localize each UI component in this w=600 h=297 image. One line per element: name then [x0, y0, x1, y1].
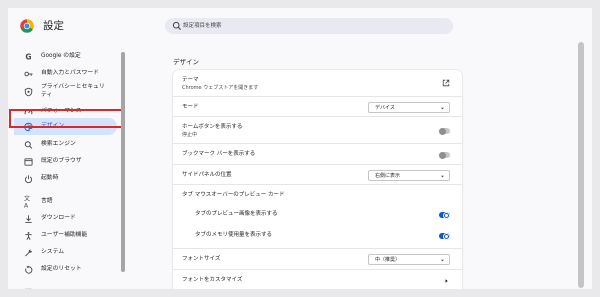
theme-label: テーマ	[182, 77, 199, 83]
theme-sublabel: Chrome ウェブストアを開きます	[182, 85, 259, 91]
google-g-icon: G	[25, 52, 32, 61]
home-button-sublabel: 停止中	[182, 132, 198, 138]
side-panel-select-value: 右側に表示	[375, 173, 401, 179]
tab-memory-toggle[interactable]	[439, 232, 450, 240]
bookmark-bar-toggle[interactable]	[439, 151, 450, 159]
toggle-knob	[443, 211, 450, 219]
side-panel-label: サイドパネルの位置	[182, 172, 232, 178]
sidebar-scrollbar-thumb[interactable]	[121, 52, 125, 272]
palette-icon	[24, 122, 33, 131]
search-input[interactable]	[183, 18, 443, 34]
appearance-card: テーマ Chrome ウェブストアを開きます モード デバイス ホームボタンを表…	[173, 70, 462, 289]
sidebar-item-privacy[interactable]: プライバシーとセキュリ ティ	[14, 82, 117, 102]
speedometer-icon	[24, 107, 33, 116]
chrome-logo-icon	[20, 19, 34, 33]
sidebar-item-google[interactable]: G Google の設定	[14, 48, 117, 65]
toggle-knob	[443, 232, 450, 240]
sidebar-scrollbar[interactable]	[120, 41, 126, 289]
sidebar-item-search-engine[interactable]: 検索エンジン	[14, 136, 117, 153]
customize-fonts-row[interactable]: フォントをカスタマイズ	[173, 269, 462, 289]
tab-preview-image-label: タブのプレビュー画像を表示する	[195, 211, 278, 217]
sidebar-item-system[interactable]: システム	[14, 244, 117, 261]
sidebar-item-default-browser[interactable]: 既定のブラウザ	[14, 153, 117, 170]
sidebar-item-languages[interactable]: 文A 言語	[14, 193, 117, 210]
translate-icon: 文A	[24, 195, 31, 210]
reset-icon	[24, 265, 33, 274]
sidebar-item-appearance[interactable]: デザイン	[14, 118, 117, 135]
tab-memory-row[interactable]: タブのメモリ使用量を表示する	[173, 226, 462, 246]
sidebar-item-label: Google の設定	[41, 53, 81, 59]
key-icon	[24, 69, 33, 78]
mode-label: モード	[182, 104, 199, 110]
mode-row: モード デバイス	[173, 96, 462, 116]
sidebar-item-autofill[interactable]: 自動入力とパスワード	[14, 65, 117, 82]
search-icon	[172, 21, 181, 30]
mode-select-value: デバイス	[375, 105, 395, 111]
toggle-knob	[439, 151, 446, 159]
search-icon	[24, 140, 33, 149]
sidebar-item-label: 自動入力とパスワード	[41, 70, 99, 76]
side-panel-row: サイドパネルの位置 右側に表示	[173, 164, 462, 184]
main-scrollbar-thumb[interactable]	[578, 42, 584, 288]
sidebar-item-label: システム	[41, 249, 65, 255]
download-icon	[24, 214, 33, 223]
home-button-toggle[interactable]	[439, 127, 450, 135]
font-size-select[interactable]: 中（推奨）	[368, 254, 450, 265]
browser-window-icon	[24, 157, 33, 166]
sidebar-item-label: プライバシーとセキュリ	[41, 84, 105, 90]
side-panel-select[interactable]: 右側に表示	[368, 170, 450, 181]
chevron-down-icon	[441, 259, 444, 262]
bookmark-bar-label: ブックマーク バーを表示する	[182, 151, 256, 157]
sidebar-item-label: パフォーマンス	[41, 108, 82, 114]
sidebar-item-label: ユーザー補助機能	[41, 232, 88, 238]
font-size-select-value: 中（推奨）	[375, 257, 401, 263]
font-size-label: フォントサイズ	[182, 256, 221, 262]
tab-preview-image-toggle[interactable]	[439, 211, 450, 219]
sidebar: G Google の設定 自動入力とパスワード プライバシーとセキュリ ティ パ…	[8, 41, 118, 289]
sidebar-item-label: デザイン	[41, 123, 65, 129]
sidebar-item-label: ダウンロード	[41, 215, 76, 221]
app-title: 設定	[43, 20, 64, 32]
accessibility-icon	[24, 231, 33, 240]
puzzle-icon	[24, 287, 33, 289]
sidebar-item-label-line2: ティ	[41, 92, 53, 98]
toggle-knob	[439, 127, 446, 135]
chevron-down-icon	[441, 107, 444, 110]
theme-row[interactable]: テーマ Chrome ウェブストアを開きます	[173, 70, 462, 96]
sidebar-item-on-startup[interactable]: 起動時	[14, 170, 117, 187]
customize-fonts-label: フォントをカスタマイズ	[182, 277, 243, 283]
sidebar-item-label: 設定のリセット	[41, 266, 82, 272]
settings-window: 設定 G Google の設定 自動入力とパスワード プライバシーとセキュリ テ…	[8, 8, 592, 289]
section-title: デザイン	[173, 58, 199, 66]
tab-preview-image-row[interactable]: タブのプレビュー画像を表示する	[173, 205, 462, 226]
sidebar-item-label: 検索エンジン	[41, 141, 76, 147]
tab-hover-row: タブ マウスオーバーのプレビュー カード	[173, 184, 462, 205]
mode-select[interactable]: デバイス	[368, 102, 450, 113]
bookmark-bar-row[interactable]: ブックマーク バーを表示する	[173, 143, 462, 164]
power-icon	[24, 174, 33, 183]
search-bar[interactable]	[165, 18, 453, 34]
sidebar-item-extensions-partial[interactable]	[14, 283, 117, 289]
sidebar-item-downloads[interactable]: ダウンロード	[14, 210, 117, 227]
wrench-icon	[24, 248, 33, 257]
sidebar-item-label: 起動時	[41, 175, 59, 181]
tab-hover-label: タブ マウスオーバーのプレビュー カード	[182, 192, 285, 198]
home-button-label: ホームボタンを表示する	[182, 124, 243, 130]
shield-icon	[24, 87, 33, 97]
open-external-icon[interactable]	[442, 79, 450, 87]
chevron-right-icon	[445, 279, 448, 283]
main-scrollbar[interactable]	[577, 41, 585, 289]
chevron-down-icon	[441, 175, 444, 178]
sidebar-item-accessibility[interactable]: ユーザー補助機能	[14, 227, 117, 244]
sidebar-item-reset[interactable]: 設定のリセット	[14, 261, 117, 278]
sidebar-item-label: 言語	[41, 198, 53, 204]
sidebar-item-label: 既定のブラウザ	[41, 158, 82, 164]
font-size-row: フォントサイズ 中（推奨）	[173, 248, 462, 269]
tab-memory-label: タブのメモリ使用量を表示する	[195, 232, 273, 238]
home-button-row[interactable]: ホームボタンを表示する 停止中	[173, 116, 462, 143]
